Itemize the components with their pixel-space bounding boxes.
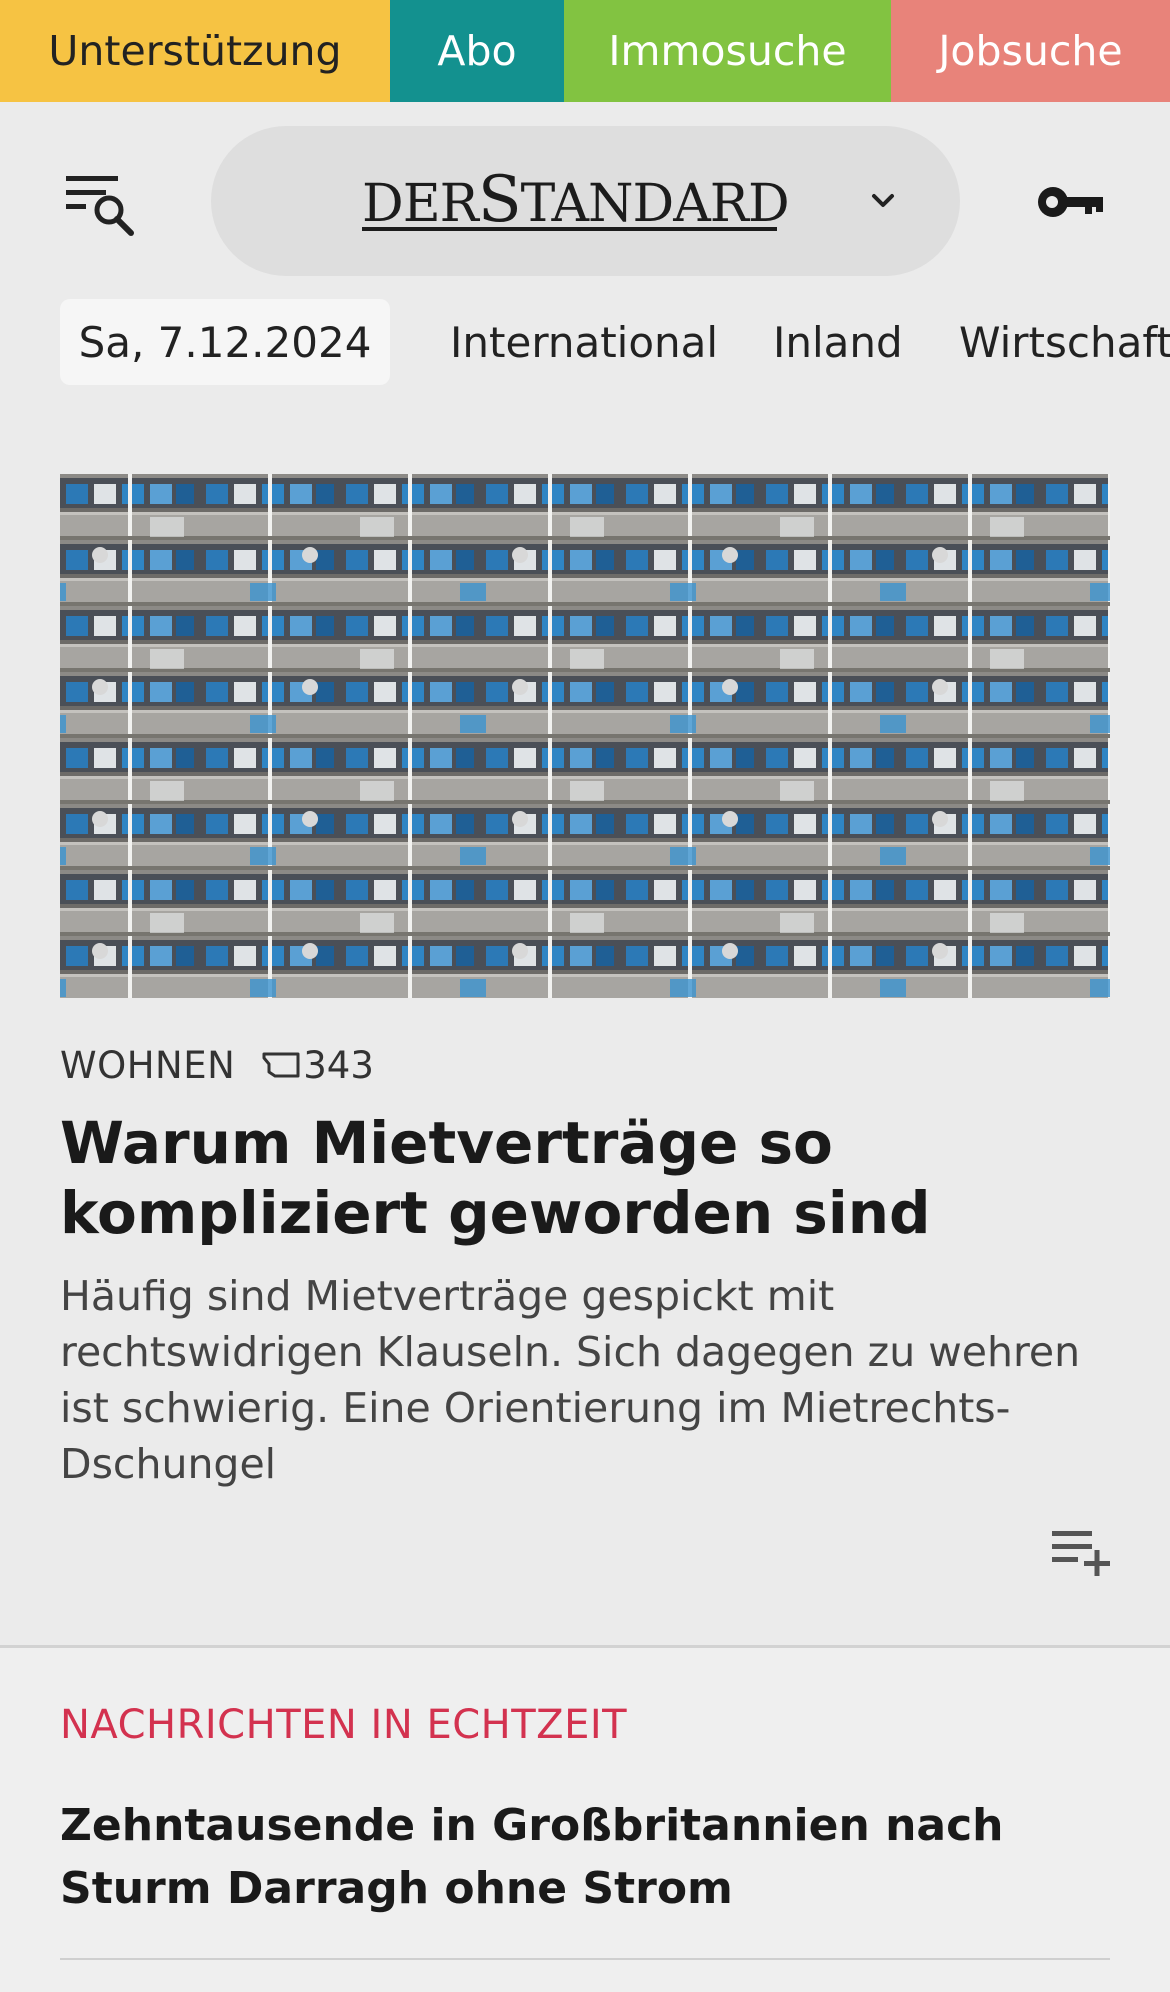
lead-teaser: Häufig sind Mietverträge gespickt mit re… [60,1272,1081,1488]
lead-article-image[interactable] [60,474,1110,998]
section-nav: Sa, 7.12.2024 International Inland Wirts… [0,299,1170,387]
live-news-section: NACHRICHTEN IN ECHTZEIT Zehntausende in … [0,1648,1170,1992]
support-link[interactable]: Unterstützung [0,0,390,102]
derstandard-logo: DERSTANDARD [362,163,790,237]
lead-headline[interactable]: Warum Mietverträge so kompliziert geword… [60,1108,1120,1248]
live-news-headline[interactable]: Zehntausende in Großbritannien nach Stur… [60,1794,1120,1920]
nav-item-wirtschaft[interactable]: Wirtschaft [959,299,1170,385]
live-divider [60,1958,1110,1960]
abo-link[interactable]: Abo [390,0,564,102]
playlist-add-icon[interactable] [1050,1527,1112,1577]
logo-underline [362,227,777,231]
menu-search-icon[interactable] [62,168,148,244]
key-icon[interactable] [1035,180,1107,224]
nav-item-inland[interactable]: Inland [773,299,903,385]
immosuche-link[interactable]: Immosuche [564,0,891,102]
comment-count[interactable]: 343 [303,1044,374,1087]
live-news-label: NACHRICHTEN IN ECHTZEIT [60,1702,628,1748]
comment-icon [262,1052,300,1078]
jobsuche-link[interactable]: Jobsuche [891,0,1170,102]
date-chip[interactable]: Sa, 7.12.2024 [60,299,390,385]
nav-item-international[interactable]: International [450,299,718,385]
chevron-down-icon [868,186,898,216]
section-label[interactable]: WOHNEN [60,1044,235,1087]
service-bar: Unterstützung Abo Immosuche Jobsuche [0,0,1170,102]
brand-switcher[interactable]: DERSTANDARD [211,126,960,276]
article-meta: WOHNEN 343 [60,1040,374,1090]
